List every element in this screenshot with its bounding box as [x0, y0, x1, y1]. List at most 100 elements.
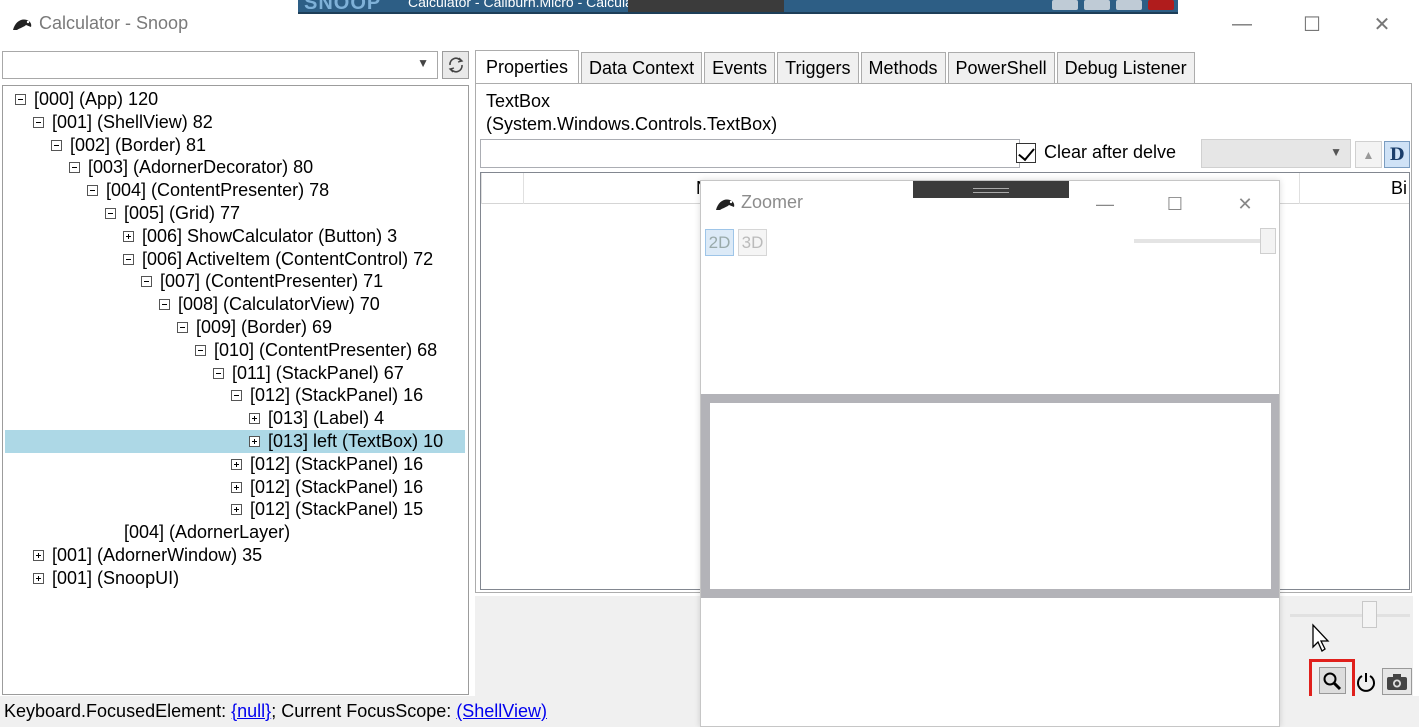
tree-item[interactable]: [004] (ContentPresenter) 78 [87, 179, 329, 202]
collapse-icon[interactable] [159, 299, 170, 311]
tree-item-label: [002] (Border) 81 [70, 134, 207, 155]
tree-item-label: [007] (ContentPresenter) 71 [160, 271, 384, 292]
zoomer-button-face [1318, 667, 1346, 694]
selected-object-header: TextBox (System.Windows.Controls.TextBox… [486, 90, 777, 136]
tree-item[interactable]: [001] (SnoopUI) [33, 567, 179, 590]
expand-icon[interactable] [249, 413, 260, 425]
tree-item[interactable]: [001] (ShellView) 82 [33, 111, 213, 134]
zoomer-minimize-button[interactable]: — [1082, 189, 1128, 219]
focus-scope-label: ; Current FocusScope: [271, 701, 457, 721]
tree-item-label: [012] (StackPanel) 16 [250, 385, 424, 406]
tree-item[interactable]: [010] (ContentPresenter) 68 [195, 339, 437, 362]
tree-item[interactable]: [012] (StackPanel) 16 [231, 476, 423, 499]
collapse-icon[interactable] [213, 367, 224, 379]
expand-icon[interactable] [123, 230, 134, 242]
collapse-icon[interactable] [231, 390, 242, 402]
collapse-icon[interactable] [51, 139, 62, 151]
tree-item[interactable]: [012] (StackPanel) 16 [231, 453, 423, 476]
zoom-slider-track[interactable] [1290, 614, 1410, 617]
zoomer-maximize-button[interactable]: ☐ [1152, 189, 1198, 219]
tab-powershell[interactable]: PowerShell [947, 52, 1055, 84]
tab-strip: Properties Data Context Events Triggers Meth… [475, 50, 1197, 84]
element-search-combo[interactable]: ▼ [2, 51, 438, 79]
expand-icon[interactable] [231, 504, 242, 516]
collapse-icon[interactable] [123, 253, 134, 265]
tree-item-label: [011] (StackPanel) 67 [232, 362, 404, 383]
tree-item[interactable]: [006] ShowCalculator (Button) 3 [123, 225, 397, 248]
collapse-icon[interactable] [15, 94, 26, 105]
zoomer-2d-toggle[interactable]: 2D [705, 229, 734, 256]
tree-item[interactable]: [001] (AdornerWindow) 35 [33, 544, 262, 567]
selected-object-type: (System.Windows.Controls.TextBox) [486, 114, 778, 134]
zoomer-close-button[interactable]: ✕ [1222, 189, 1268, 219]
tree-item[interactable]: [011] (StackPanel) 67 [213, 362, 404, 385]
collapse-icon[interactable] [69, 162, 80, 174]
title-bar: Calculator - Snoop — ☐ ✕ [0, 0, 1419, 46]
tab-properties[interactable]: Properties [475, 50, 580, 84]
power-button[interactable] [1352, 668, 1379, 695]
tree-item[interactable]: [000] (App) 120 [15, 88, 158, 111]
tab-methods[interactable]: Methods [860, 52, 946, 84]
tab-data-context[interactable]: Data Context [581, 52, 703, 84]
tab-triggers[interactable]: Triggers [777, 52, 859, 84]
zoomed-element-preview [710, 403, 1271, 589]
expand-icon[interactable] [249, 436, 260, 447]
tree-item-label: [004] (ContentPresenter) 78 [106, 180, 330, 201]
tree-item[interactable]: [005] (Grid) 77 [105, 202, 240, 225]
tree-item[interactable]: [007] (ContentPresenter) 71 [141, 270, 383, 293]
tree-item-label: [006] ActiveItem (ContentControl) 72 [142, 248, 434, 269]
expand-icon[interactable] [231, 481, 242, 493]
tree-item[interactable]: [009] (Border) 69 [177, 316, 332, 339]
zoomer-drag-grip[interactable] [913, 181, 1069, 198]
zoomer-3d-toggle[interactable]: 3D [738, 229, 767, 256]
zoomer-zoom-track[interactable] [1134, 239, 1272, 243]
tree-item-label: [008] (CalculatorView) 70 [178, 294, 380, 315]
expand-icon[interactable] [33, 550, 44, 561]
maximize-button[interactable]: ☐ [1287, 6, 1337, 42]
zoomer-viewport[interactable] [701, 394, 1279, 598]
tree-item[interactable]: [006] ActiveItem (ContentControl) 72 [123, 248, 433, 271]
collapse-icon[interactable] [87, 185, 98, 197]
collapse-icon[interactable] [33, 116, 44, 128]
tree-item-selected[interactable]: [013] left (TextBox) 10 [5, 430, 465, 453]
collapse-icon[interactable] [177, 322, 188, 333]
level-select[interactable]: ▼ [1201, 139, 1351, 168]
grid-header-spacer [481, 173, 523, 204]
default-values-toggle[interactable]: D [1384, 141, 1410, 168]
tab-events[interactable]: Events [704, 52, 776, 84]
tree-item-label: [004] (AdornerLayer) [124, 522, 291, 543]
expand-icon[interactable] [33, 572, 44, 584]
minimize-button[interactable]: — [1217, 6, 1267, 42]
tab-debug-listener[interactable]: Debug Listener [1056, 52, 1195, 84]
pop-up-button[interactable]: ▲ [1355, 141, 1382, 168]
collapse-icon[interactable] [141, 276, 152, 288]
expand-icon[interactable] [231, 458, 242, 470]
selected-object-name: TextBox [486, 91, 551, 111]
zoomer-zoom-thumb[interactable] [1260, 228, 1276, 254]
snoop-logo-icon [13, 19, 32, 30]
tree-item[interactable]: [008] (CalculatorView) 70 [159, 293, 380, 316]
screenshot-button[interactable] [1382, 668, 1412, 695]
grid-header-binding[interactable]: Bi [1299, 173, 1409, 204]
window-title: Calculator - Snoop [39, 13, 189, 33]
tree-item[interactable]: [012] (StackPanel) 16 [231, 384, 423, 407]
focused-element-link[interactable]: {null} [231, 701, 271, 721]
tree-item[interactable]: [013] (Label) 4 [249, 407, 384, 430]
clear-after-delve-label: Clear after delve [1044, 142, 1177, 162]
close-button[interactable]: ✕ [1357, 6, 1407, 42]
tree-item[interactable]: [004] (AdornerLayer) [105, 521, 290, 544]
focus-scope-link[interactable]: (ShellView) [456, 701, 547, 721]
clear-after-delve-checkbox[interactable] [1016, 143, 1036, 163]
collapse-icon[interactable] [105, 208, 116, 219]
tree-item-label: [000] (App) 120 [34, 89, 159, 109]
tree-item-label: [013] left (TextBox) 10 [268, 431, 444, 451]
refresh-tree-button[interactable] [442, 51, 469, 79]
tree-item[interactable]: [002] (Border) 81 [51, 134, 206, 157]
visual-tree[interactable]: [000] (App) 120 [001] (ShellView) 82 [002]… [2, 85, 469, 695]
zoom-slider-thumb[interactable] [1362, 601, 1377, 628]
property-filter-input[interactable] [480, 139, 1020, 168]
collapse-icon[interactable] [195, 344, 206, 356]
tree-item-label: [013] (Label) 4 [268, 408, 385, 429]
tree-item[interactable]: [003] (AdornerDecorator) 80 [69, 156, 313, 179]
tree-item[interactable]: [012] (StackPanel) 15 [231, 498, 423, 521]
